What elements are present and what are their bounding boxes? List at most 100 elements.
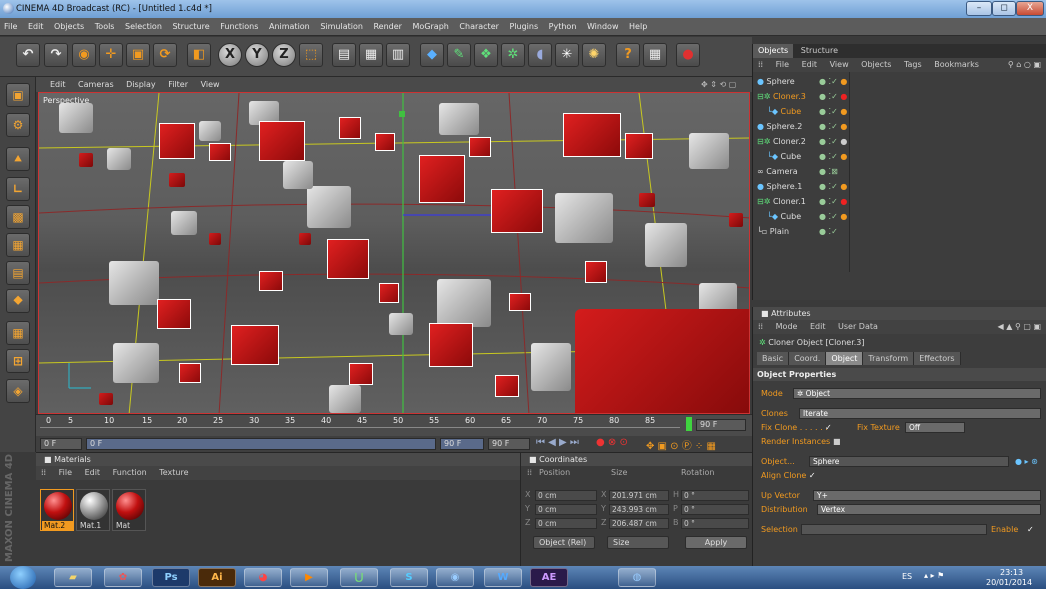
rotate-icon[interactable]: ⟳ [153, 43, 177, 67]
attr-menu-userdata[interactable]: User Data [833, 322, 883, 331]
nurbs-icon[interactable]: ❖ [474, 43, 498, 67]
om-search-icon[interactable]: ⚲ ⌂ ○ ▣ [1003, 58, 1046, 72]
om-menu-file[interactable]: File [771, 60, 794, 69]
om-menu-objects[interactable]: Objects [856, 60, 896, 69]
model-mode-icon[interactable]: ⚙ [6, 113, 30, 137]
object-row[interactable]: ⊟✲ Cloner.3 [757, 89, 819, 104]
render-view-icon[interactable]: ▤ [332, 43, 356, 67]
position-z-field[interactable]: 0 cm [535, 518, 597, 529]
menu-structure[interactable]: Structure [168, 18, 213, 36]
object-flags[interactable]: ● ⁚✓ ● [819, 179, 849, 194]
object-row[interactable]: ⊟✲ Cloner.2 [757, 134, 819, 149]
link-picker-icon[interactable]: ● ▸ ⊛ [1015, 455, 1038, 468]
menu-python[interactable]: Python [545, 18, 581, 36]
object-flags[interactable]: ● ⁚✓ ● [819, 209, 849, 224]
menu-edit[interactable]: Edit [24, 18, 48, 36]
tab-effectors[interactable]: Effectors [914, 352, 961, 365]
materials-menu-function[interactable]: Function [108, 468, 152, 477]
menu-character[interactable]: Character [455, 18, 503, 36]
viewport-menu-view[interactable]: View [196, 77, 225, 92]
object-flags[interactable]: ● ⁚✓ ● [819, 134, 849, 149]
maximize-button[interactable]: ◻ [992, 1, 1016, 16]
playhead-end-marker[interactable] [686, 417, 692, 431]
attr-menu-edit[interactable]: Edit [805, 322, 831, 331]
enable-checkbox[interactable]: ✓ [1027, 523, 1034, 536]
fix-texture-dropdown[interactable]: Off [905, 422, 965, 433]
redo-icon[interactable]: ↷ [44, 43, 68, 67]
light-icon[interactable]: ✺ [582, 43, 606, 67]
record-icon[interactable]: ● [676, 43, 700, 67]
minimize-button[interactable]: – [966, 1, 992, 16]
x-axis-icon[interactable]: X [218, 43, 242, 67]
render-settings-icon[interactable]: ▥ [386, 43, 410, 67]
grid-icon[interactable]: ▦ [6, 233, 30, 257]
taskbar-app-2[interactable]: ◍ [618, 568, 656, 587]
up-vector-dropdown[interactable]: Y+ [813, 490, 1041, 501]
tab-structure[interactable]: Structure [796, 44, 843, 58]
om-menu-tags[interactable]: Tags [899, 60, 927, 69]
clones-dropdown[interactable]: Iterate [799, 408, 1041, 419]
object-row[interactable]: ● Sphere.2 [757, 119, 819, 134]
viewport-menu-filter[interactable]: Filter [163, 77, 193, 92]
taskbar-word[interactable]: W [484, 568, 522, 587]
object-flags[interactable]: ● ⁚✓ ● [819, 104, 849, 119]
floor-icon[interactable]: ◖ [528, 43, 552, 67]
undo-icon[interactable]: ↶ [16, 43, 40, 67]
object-link-field[interactable]: Sphere [809, 456, 1009, 467]
material-swatch[interactable]: Mat.1 [76, 489, 110, 531]
polygons-mode-icon[interactable]: ▩ [6, 205, 30, 229]
tab-basic[interactable]: Basic [757, 352, 790, 365]
attr-nav-icon[interactable]: ◀ ▲ ⚲ ▢ ▣ [993, 320, 1046, 334]
checker-icon[interactable]: ▦ [6, 321, 30, 345]
playback-controls-icon[interactable]: ⏮ ◀ ▶ ⏭ [536, 437, 579, 448]
menu-functions[interactable]: Functions [216, 18, 262, 36]
object-flags[interactable]: ● ⁚✓ ● [819, 119, 849, 134]
object-flags[interactable]: ● ⁚✓ ● [819, 149, 849, 164]
taskbar-utorrent[interactable]: ⋃ [340, 568, 378, 587]
key-options-icon[interactable]: ✥ ▣ ⊙ Ⓟ ⁘ ▦ [646, 437, 716, 452]
attr-menu-mode[interactable]: Mode [771, 322, 803, 331]
object-flags[interactable]: ● ⁚✓ ● [819, 194, 849, 209]
preview-min-field[interactable]: 0 F [86, 438, 436, 450]
menu-objects[interactable]: Objects [50, 18, 88, 36]
layout-icon[interactable]: ▦ [643, 43, 667, 67]
move-icon[interactable]: ✛ [99, 43, 123, 67]
cloner-icon[interactable]: ✲ [501, 43, 525, 67]
distribution-dropdown[interactable]: Vertex [817, 504, 1041, 515]
materials-menu-edit[interactable]: Edit [80, 468, 106, 477]
object-row[interactable]: ● Sphere [757, 74, 819, 89]
material-swatch[interactable]: Mat.2 [40, 489, 74, 531]
timeline-end-field[interactable]: 90 F [696, 419, 746, 431]
viewport-menu-cameras[interactable]: Cameras [73, 77, 119, 92]
workplane-icon[interactable]: ◈ [6, 379, 30, 403]
start-button[interactable] [10, 566, 36, 589]
cube-object-icon[interactable]: ◆ [420, 43, 444, 67]
object-flags[interactable]: ● ⁚✓ ● [819, 89, 849, 104]
taskbar-photoshop[interactable]: Ps [152, 568, 190, 587]
object-flags[interactable]: ● ⁚✓ ● [819, 74, 849, 89]
tab-coord[interactable]: Coord. [789, 352, 827, 365]
coord-mode-dropdown[interactable]: Object (Rel) [533, 536, 595, 549]
coordinate-system-icon[interactable]: ⬚ [299, 43, 323, 67]
mode-dropdown[interactable]: ✲ Object [793, 388, 1041, 399]
taskbar-explorer[interactable]: ▰ [54, 568, 92, 587]
size-mode-dropdown[interactable]: Size [607, 536, 669, 549]
menu-mograph[interactable]: MoGraph [409, 18, 453, 36]
tray-icons[interactable]: ▴ ▸ ⚑ [924, 571, 944, 580]
menu-plugins[interactable]: Plugins [505, 18, 542, 36]
viewport-menu-edit[interactable]: Edit [36, 77, 71, 92]
menu-simulation[interactable]: Simulation [316, 18, 367, 36]
materials-menu-texture[interactable]: Texture [154, 468, 193, 477]
fix-clone-checkbox[interactable]: ✓ [825, 421, 832, 434]
axis-mode-icon[interactable]: ⯁ [6, 289, 30, 313]
live-selection-icon[interactable]: ◉ [72, 43, 96, 67]
snap-icon[interactable]: ⊞ [6, 349, 30, 373]
viewport-menu-display[interactable]: Display [121, 77, 161, 92]
max-frame-field[interactable]: 90 F [488, 438, 530, 450]
om-menu-view[interactable]: View [825, 60, 854, 69]
taskbar-illustrator[interactable]: Ai [198, 568, 236, 587]
menu-file[interactable]: File [0, 18, 21, 36]
taskbar-app[interactable]: ✿ [104, 568, 142, 587]
y-axis-icon[interactable]: Y [245, 43, 269, 67]
selection-field[interactable] [801, 524, 987, 535]
